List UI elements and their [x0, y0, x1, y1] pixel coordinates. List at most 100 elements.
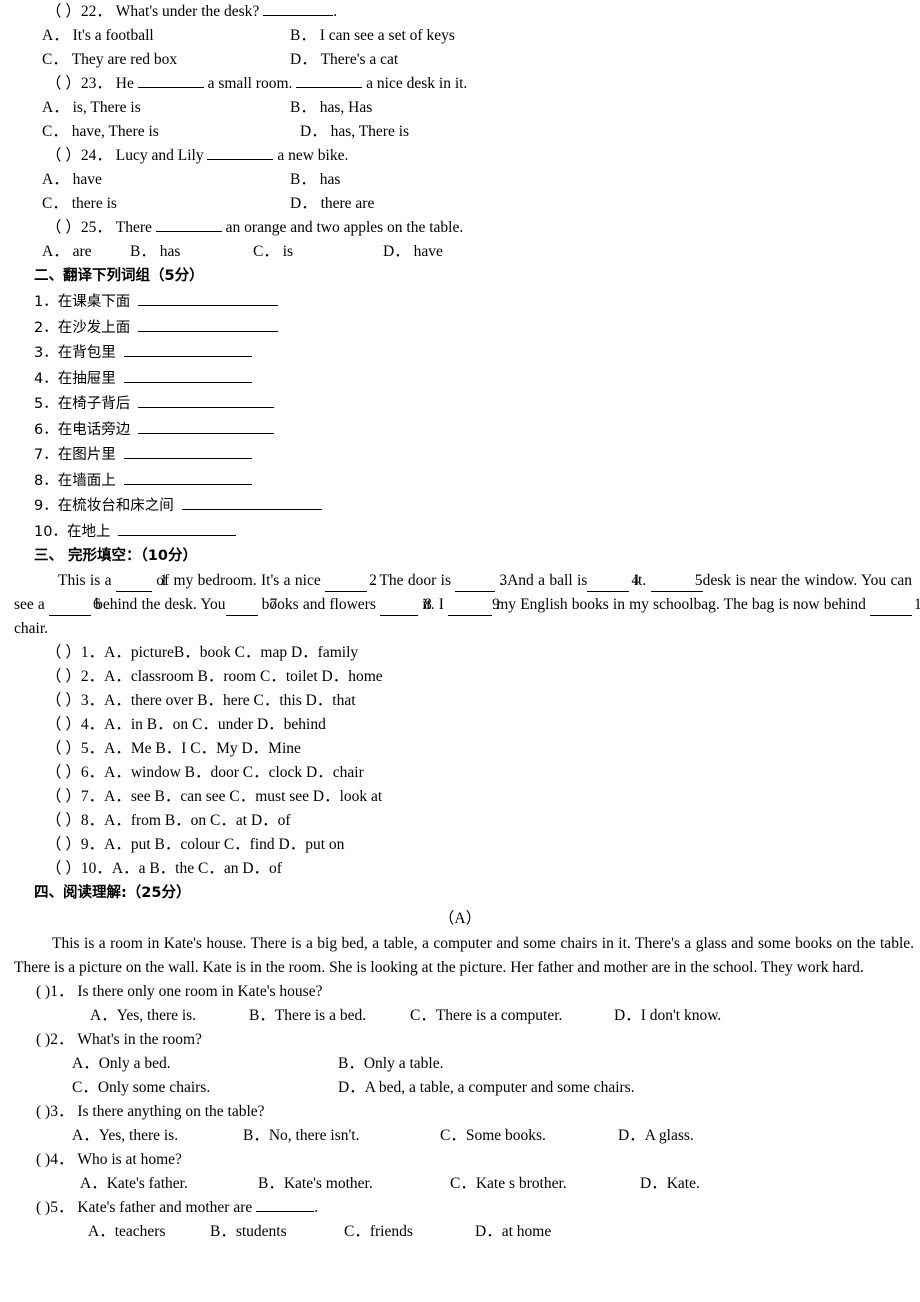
cloze-question-1[interactable]: （ ）1．A．pictureB．book C．map D．family	[0, 641, 920, 665]
option-d-text: I don't know.	[640, 1007, 722, 1024]
option-b[interactable]: B． has, Has	[290, 96, 372, 120]
translate-text: 在墙面上	[57, 472, 116, 489]
option-b[interactable]: B． has	[130, 240, 180, 264]
translate-blank[interactable]	[181, 496, 322, 510]
translate-blank[interactable]	[123, 343, 252, 357]
option-c[interactable]: C． is	[253, 240, 293, 264]
cloze-text-8: it. I	[418, 596, 449, 613]
translate-item-9: 9．在梳妆台和床之间	[0, 493, 920, 519]
option-c-text: is	[282, 243, 294, 260]
option-c[interactable]: C．Only some chairs.	[72, 1076, 210, 1100]
option-a[interactable]: A． It's a football	[42, 27, 154, 44]
cloze-blank-2[interactable]: 2	[325, 572, 377, 592]
answer-blank[interactable]	[296, 73, 363, 88]
option-d[interactable]: D． has, There is	[300, 120, 409, 144]
cloze-question-6[interactable]: （ ）6．A．window B．door C．clock D．chair	[0, 761, 920, 785]
option-b[interactable]: B．No, there isn't.	[243, 1124, 359, 1148]
option-c[interactable]: C． there is	[42, 195, 117, 212]
option-d[interactable]: D．I don't know.	[614, 1004, 721, 1028]
option-a[interactable]: A．teachers	[88, 1220, 165, 1244]
cloze-question-8[interactable]: （ ）8．A．from B．on C．at D．of	[0, 809, 920, 833]
option-b[interactable]: B．Kate's mother.	[258, 1172, 373, 1196]
cloze-blank-8[interactable]: 8	[380, 596, 432, 616]
option-c[interactable]: C．There is a computer.	[410, 1004, 562, 1028]
cloze-blank-6[interactable]: 6	[48, 596, 101, 616]
cloze-question-options: A．a B．the C．an D．of	[111, 860, 282, 877]
answer-blank[interactable]	[263, 1, 334, 16]
option-d[interactable]: D． there are	[290, 192, 374, 216]
translate-blank[interactable]	[123, 471, 252, 485]
reading-question-5-options: A．teachers B．students C．friends D．at hom…	[0, 1220, 920, 1244]
option-a[interactable]: A． is, There is	[42, 99, 141, 116]
reading-question-text: Is there only one room in Kate's house?	[77, 983, 323, 1000]
cloze-blank-3[interactable]: 3	[455, 572, 507, 592]
cloze-text-6: behind the desk. You	[90, 596, 226, 613]
cloze-question-2[interactable]: （ ）2．A．classroom B．room C．toilet D．home	[0, 665, 920, 689]
cloze-question-4[interactable]: （ ）4．A．in B．on C．under D．behind	[0, 713, 920, 737]
option-d[interactable]: D．A glass.	[618, 1124, 694, 1148]
option-a-label: A．	[42, 171, 69, 188]
cloze-question-options: A．see B．can see C．must see D．look at	[104, 788, 383, 805]
option-c-label: C．	[42, 123, 68, 140]
reading-question-1: ( )1． Is there only one room in Kate's h…	[0, 980, 920, 1004]
option-a[interactable]: A．Only a bed.	[72, 1052, 171, 1076]
translate-text: 在沙发上面	[57, 319, 131, 336]
option-c-text: there is	[71, 195, 117, 212]
option-b[interactable]: B． has	[290, 168, 340, 192]
translate-blank[interactable]	[123, 445, 252, 459]
cloze-blank-5[interactable]: 5	[650, 572, 703, 592]
question-24-text-a: Lucy and Lily	[115, 147, 204, 164]
question-24-stem: （ ）24． Lucy and Lily a new bike.	[0, 144, 920, 168]
cloze-blank-1[interactable]: 1	[115, 572, 168, 592]
answer-blank[interactable]	[256, 1198, 315, 1212]
option-a[interactable]: A．Yes, there is.	[72, 1124, 178, 1148]
option-a[interactable]: A． are	[42, 243, 92, 260]
option-d[interactable]: D．Kate.	[640, 1172, 700, 1196]
option-c-label: C．	[253, 243, 279, 260]
option-b[interactable]: B． I can see a set of keys	[290, 24, 455, 48]
cloze-question-7[interactable]: （ ）7．A．see B．can see C．must see D．look a…	[0, 785, 920, 809]
translate-item-5: 5．在椅子背后	[0, 391, 920, 417]
option-b[interactable]: B．students	[210, 1220, 287, 1244]
answer-blank[interactable]	[207, 145, 274, 160]
question-22-trailing: .	[333, 3, 338, 20]
option-d[interactable]: D． There's a cat	[290, 48, 398, 72]
translate-blank[interactable]	[118, 522, 237, 536]
cloze-question-9[interactable]: （ ）9．A．put B．colour C．find D．put on	[0, 833, 920, 857]
option-b[interactable]: B．Only a table.	[338, 1052, 443, 1076]
option-c[interactable]: C．friends	[344, 1220, 413, 1244]
reading-question-text: What's in the room?	[77, 1031, 202, 1048]
cloze-question-options: A．window B．door C．clock D．chair	[104, 764, 364, 781]
option-d[interactable]: D． have	[383, 240, 443, 264]
answer-blank[interactable]	[155, 217, 222, 232]
option-c-text: They are red box	[71, 51, 178, 68]
cloze-blank-10[interactable]: 10	[870, 596, 920, 616]
option-a[interactable]: A．Kate's father.	[80, 1172, 188, 1196]
cloze-question-5[interactable]: （ ）5．A．Me B．I C．My D．Mine	[0, 737, 920, 761]
section-two-heading: 二、翻译下列词组（5分）	[34, 268, 204, 284]
translate-blank[interactable]	[138, 420, 275, 434]
option-b-text: has	[159, 243, 181, 260]
cloze-blank-7[interactable]: 7	[225, 596, 277, 616]
translate-blank[interactable]	[123, 369, 252, 383]
option-a[interactable]: A． have	[42, 171, 102, 188]
cloze-question-10[interactable]: （ ）10．A．a B．the C．an D．of	[0, 857, 920, 881]
option-a-text: Only a bed.	[98, 1055, 171, 1072]
translate-blank[interactable]	[138, 394, 275, 408]
option-c[interactable]: C． They are red box	[42, 51, 177, 68]
translate-blank[interactable]	[138, 318, 279, 332]
option-c[interactable]: C．Some books.	[440, 1124, 546, 1148]
option-c[interactable]: C． have, There is	[42, 123, 159, 140]
cloze-blank-9[interactable]: 9	[448, 596, 500, 616]
answer-blank[interactable]	[137, 73, 204, 88]
option-b[interactable]: B．There is a bed.	[249, 1004, 366, 1028]
translate-item-4: 4．在抽屉里	[0, 366, 920, 392]
option-d[interactable]: D．A bed, a table, a computer and some ch…	[338, 1076, 635, 1100]
question-22-options-row-1: A． It's a football B． I can see a set of…	[0, 24, 920, 48]
option-c[interactable]: C．Kate s brother.	[450, 1172, 567, 1196]
option-a[interactable]: A．Yes, there is.	[90, 1004, 196, 1028]
cloze-blank-4[interactable]: 4	[587, 572, 639, 592]
cloze-question-3[interactable]: （ ）3．A．there over B．here C．this D．that	[0, 689, 920, 713]
translate-blank[interactable]	[138, 292, 279, 306]
option-d[interactable]: D．at home	[475, 1220, 551, 1244]
